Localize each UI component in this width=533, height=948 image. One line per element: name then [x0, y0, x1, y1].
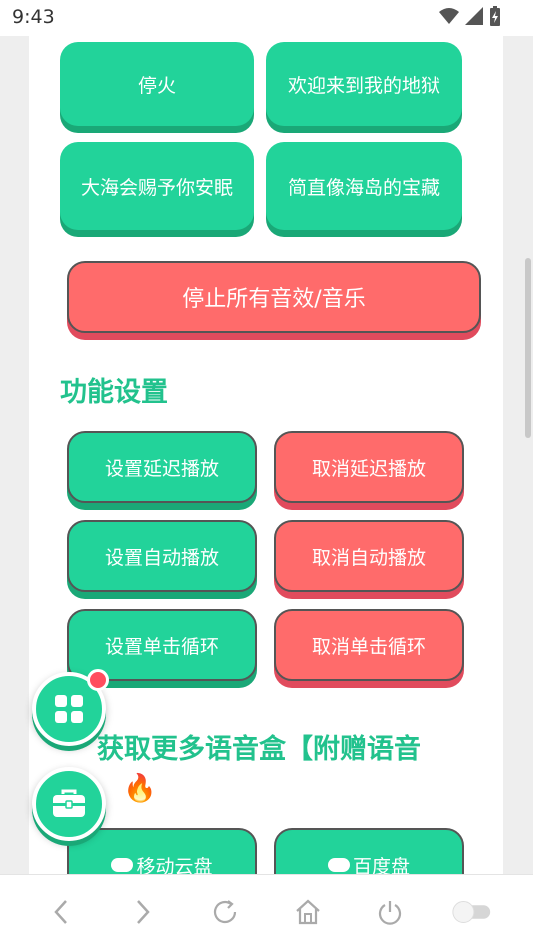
cancel-loop-label: 取消单击循环 [311, 635, 426, 658]
status-icons [439, 6, 501, 26]
power-icon [378, 900, 401, 925]
cancel-autoplay-label: 取消自动播放 [311, 546, 426, 569]
baidu-cloud-label: 百度盘 [352, 856, 410, 874]
status-time: 9:43 [12, 6, 55, 28]
power-button[interactable] [368, 890, 412, 934]
sound-button-label: 欢迎来到我的地狱 [287, 74, 440, 97]
sound-button-label: 简直像海岛的宝藏 [287, 176, 440, 199]
cancel-delay-label: 取消延迟播放 [311, 457, 426, 480]
mobile-cloud-label: 移动云盘 [136, 856, 213, 874]
grid-icon [55, 695, 83, 723]
toolbox-icon [53, 789, 85, 817]
cancel-autoplay-button[interactable]: 取消自动播放 [274, 520, 464, 592]
cloud-icon [327, 858, 350, 872]
reload-icon [214, 899, 237, 923]
mobile-cloud-button[interactable]: 移动云盘 [67, 828, 257, 874]
wifi-icon [439, 8, 459, 24]
set-loop-label: 设置单击循环 [104, 635, 219, 658]
fire-emoji: 🔥 [123, 773, 157, 804]
home-button[interactable] [286, 890, 330, 934]
chevron-left-icon [54, 899, 68, 924]
sound-button-label: 停火 [137, 74, 176, 97]
scrollbar-thumb[interactable] [525, 258, 531, 438]
battery-icon [490, 6, 500, 26]
signal-icon [465, 7, 483, 25]
settings-title: 功能设置 [60, 377, 168, 408]
reload-button[interactable] [203, 890, 247, 934]
cancel-loop-button[interactable]: 取消单击循环 [274, 609, 464, 681]
set-delay-button[interactable]: 设置延迟播放 [67, 431, 257, 503]
content-page: 停火 欢迎来到我的地狱 大海会赐予你安眠 简直像海岛的宝藏 停止所有音效/音乐 … [29, 36, 503, 874]
baidu-cloud-button[interactable]: 百度盘 [274, 828, 464, 874]
set-autoplay-label: 设置自动播放 [104, 546, 219, 569]
cancel-delay-button[interactable]: 取消延迟播放 [274, 431, 464, 503]
sound-button-label: 大海会赐予你安眠 [80, 176, 233, 199]
sound-button-2[interactable]: 欢迎来到我的地狱 [266, 42, 462, 126]
stop-all-button[interactable]: 停止所有音效/音乐 [67, 261, 481, 333]
sound-button-3[interactable]: 大海会赐予你安眠 [60, 142, 254, 230]
forward-button[interactable] [121, 890, 165, 934]
sound-button-4[interactable]: 简直像海岛的宝藏 [266, 142, 462, 230]
toolbox-fab[interactable] [32, 767, 106, 841]
notification-dot [87, 669, 109, 691]
toggle-switch[interactable] [450, 890, 494, 934]
set-delay-label: 设置延迟播放 [104, 457, 219, 480]
right-gutter [503, 36, 533, 874]
stop-all-label: 停止所有音效/音乐 [182, 287, 366, 312]
cloud-icon [111, 858, 134, 872]
sound-button-1[interactable]: 停火 [60, 42, 254, 126]
back-button[interactable] [39, 890, 83, 934]
browser-nav-bar [0, 874, 533, 948]
toggle-icon [452, 900, 491, 923]
home-icon [295, 899, 320, 924]
chevron-right-icon [137, 899, 150, 924]
more-title: 获取更多语音盒【附赠语音 [97, 734, 421, 765]
set-autoplay-button[interactable]: 设置自动播放 [67, 520, 257, 592]
status-bar: 9:43 [0, 0, 533, 36]
